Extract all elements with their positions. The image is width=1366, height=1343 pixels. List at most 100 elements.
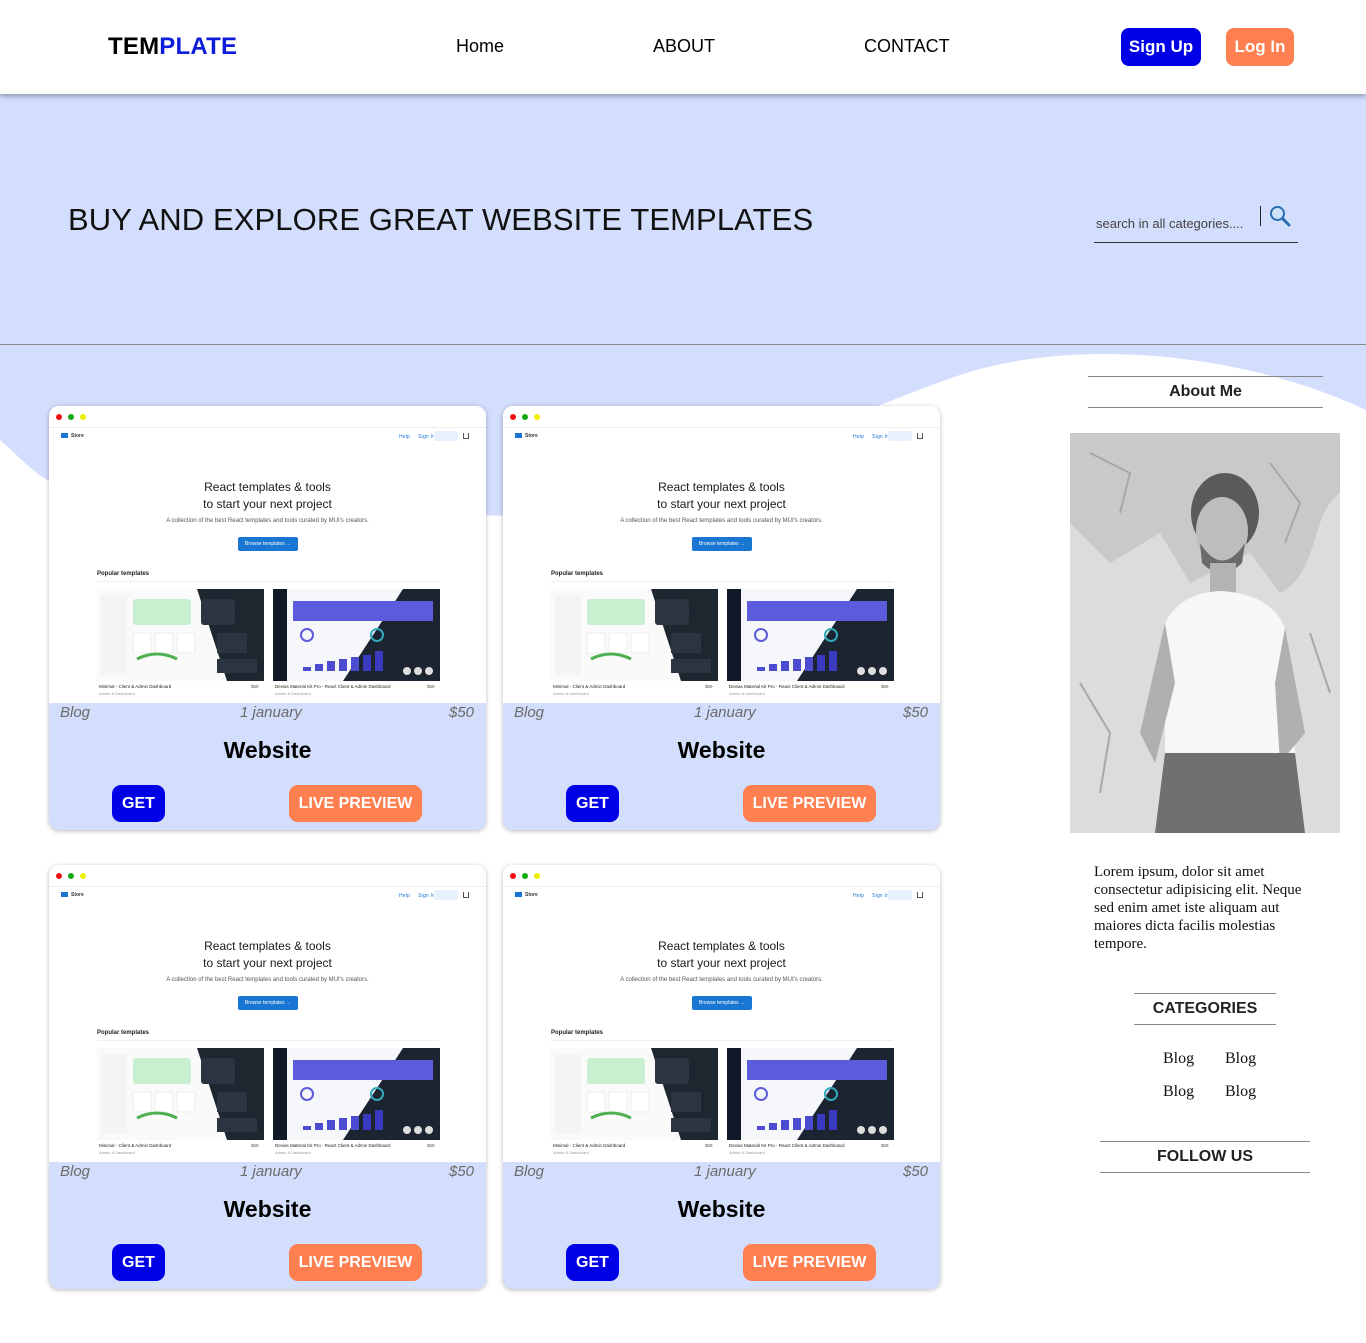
live-preview-button[interactable]: LIVE PREVIEW	[289, 785, 422, 822]
window-dot-yellow	[80, 873, 86, 879]
preview-browse-button: Browse templates →	[238, 996, 298, 1010]
preview-brand: Store	[61, 433, 84, 439]
site-logo[interactable]: TEMPLATE	[108, 33, 237, 61]
preview-headline: React templates & tools to start your nex…	[203, 939, 332, 970]
get-button[interactable]: GET	[566, 1244, 619, 1281]
preview-thumb-minimal	[551, 1048, 718, 1140]
logo-text-blue: PLATE	[159, 33, 238, 60]
signup-button[interactable]: Sign Up	[1121, 28, 1201, 66]
nav-home-link[interactable]: Home	[456, 36, 504, 57]
preview-item-title: Devias Material Kit Pro - React Client &…	[275, 1143, 391, 1148]
about-photo	[1070, 433, 1340, 833]
login-button[interactable]: Log In	[1226, 28, 1294, 66]
browser-chrome	[49, 406, 486, 428]
template-card: Store Help Sign In React templates & tool…	[503, 865, 940, 1289]
browser-chrome	[503, 406, 940, 428]
template-screenshot[interactable]: Store Help Sign In React templates & tool…	[503, 406, 940, 703]
get-button[interactable]: GET	[112, 785, 165, 822]
window-dot-yellow	[534, 873, 540, 879]
window-dot-red	[510, 873, 516, 879]
preview-signup	[888, 431, 912, 441]
window-dot-red	[510, 414, 516, 420]
preview-signup	[434, 431, 458, 441]
card-price: $50	[449, 1163, 475, 1180]
preview-brand: Store	[61, 892, 84, 898]
preview-item-price: $69	[427, 1143, 435, 1148]
category-link[interactable]: Blog	[1225, 1083, 1256, 1101]
template-screenshot[interactable]: Store Help Sign In React templates & tool…	[49, 865, 486, 1162]
card-date: 1 january	[694, 1163, 756, 1180]
window-dot-green	[522, 414, 528, 420]
preview-item-category: Admin & Dashboard	[275, 1150, 311, 1155]
card-title: Website	[223, 737, 312, 763]
hero-banner: BUY AND EXPLORE GREAT WEBSITE TEMPLATES	[0, 94, 1366, 345]
preview-item-category: Admin & Dashboard	[99, 691, 135, 696]
cart-icon	[463, 433, 469, 439]
search-bar	[1094, 202, 1298, 243]
categories-heading: CATEGORIES	[1134, 993, 1276, 1025]
preview-subtitle: A collection of the best React templates…	[166, 977, 369, 983]
preview-thumb-devias	[273, 1048, 440, 1140]
template-screenshot[interactable]: Store Help Sign In React templates & tool…	[49, 406, 486, 703]
category-link[interactable]: Blog	[1163, 1050, 1194, 1068]
preview-thumb-devias	[727, 1048, 894, 1140]
template-card: Store Help Sign In React templates & tool…	[49, 406, 486, 830]
template-screenshot[interactable]: Store Help Sign In React templates & tool…	[503, 865, 940, 1162]
preview-divider	[97, 581, 439, 582]
window-dot-green	[522, 873, 528, 879]
live-preview-button[interactable]: LIVE PREVIEW	[743, 1244, 876, 1281]
card-date: 1 january	[240, 704, 302, 721]
preview-signup	[888, 890, 912, 900]
nav-contact-link[interactable]: CONTACT	[864, 36, 950, 57]
preview-signup	[434, 890, 458, 900]
preview-popular-label: Popular templates	[551, 571, 604, 577]
window-dot-green	[68, 414, 74, 420]
get-button[interactable]: GET	[566, 785, 619, 822]
about-heading: About Me	[1088, 376, 1323, 408]
preview-thumb-minimal	[97, 589, 264, 681]
preview-item-title: Devias Material Kit Pro - React Client &…	[275, 684, 391, 689]
window-dot-red	[56, 873, 62, 879]
card-category: Blog	[60, 704, 91, 721]
get-button[interactable]: GET	[112, 1244, 165, 1281]
card-category: Blog	[60, 1163, 91, 1180]
search-input[interactable]	[1096, 216, 1256, 231]
live-preview-button[interactable]: LIVE PREVIEW	[743, 785, 876, 822]
card-date: 1 january	[240, 1163, 302, 1180]
window-dot-yellow	[80, 414, 86, 420]
card-category: Blog	[514, 704, 545, 721]
preview-headline: React templates & tools to start your nex…	[657, 939, 786, 970]
window-dot-yellow	[534, 414, 540, 420]
preview-nav: Store Help Sign In	[49, 887, 486, 905]
category-link[interactable]: Blog	[1163, 1083, 1194, 1101]
window-dot-green	[68, 873, 74, 879]
preview-item-category: Admin & Dashboard	[553, 691, 589, 696]
cart-icon	[917, 433, 923, 439]
window-dot-red	[56, 414, 62, 420]
preview-headline: React templates & tools to start your nex…	[203, 480, 332, 511]
preview-item-price: $69	[705, 684, 713, 689]
preview-subtitle: A collection of the best React templates…	[620, 977, 823, 983]
preview-thumb-devias	[273, 589, 440, 681]
category-link[interactable]: Blog	[1225, 1050, 1256, 1068]
logo-text-dark: TEM	[108, 33, 160, 60]
preview-item-price: $69	[705, 1143, 713, 1148]
preview-item-price: $69	[881, 1143, 889, 1148]
preview-item-price: $69	[251, 1143, 259, 1148]
preview-popular-label: Popular templates	[551, 1030, 604, 1036]
browser-chrome	[503, 865, 940, 887]
preview-nav: Store Help Sign In	[503, 428, 940, 446]
search-divider	[1260, 206, 1261, 226]
card-title: Website	[223, 1196, 312, 1222]
preview-browse-button: Browse templates →	[692, 537, 752, 551]
preview-headline: React templates & tools to start your nex…	[657, 480, 786, 511]
preview-item-title: Devias Material Kit Pro - React Client &…	[729, 1143, 845, 1148]
nav-about-link[interactable]: ABOUT	[653, 36, 715, 57]
preview-item-title: Minimal - Client & Admin Dashboard	[99, 1143, 172, 1148]
preview-browse-button: Browse templates →	[238, 537, 298, 551]
live-preview-button[interactable]: LIVE PREVIEW	[289, 1244, 422, 1281]
card-price: $50	[903, 1163, 929, 1180]
card-category: Blog	[514, 1163, 545, 1180]
search-icon[interactable]	[1268, 204, 1294, 230]
card-date: 1 january	[694, 704, 756, 721]
